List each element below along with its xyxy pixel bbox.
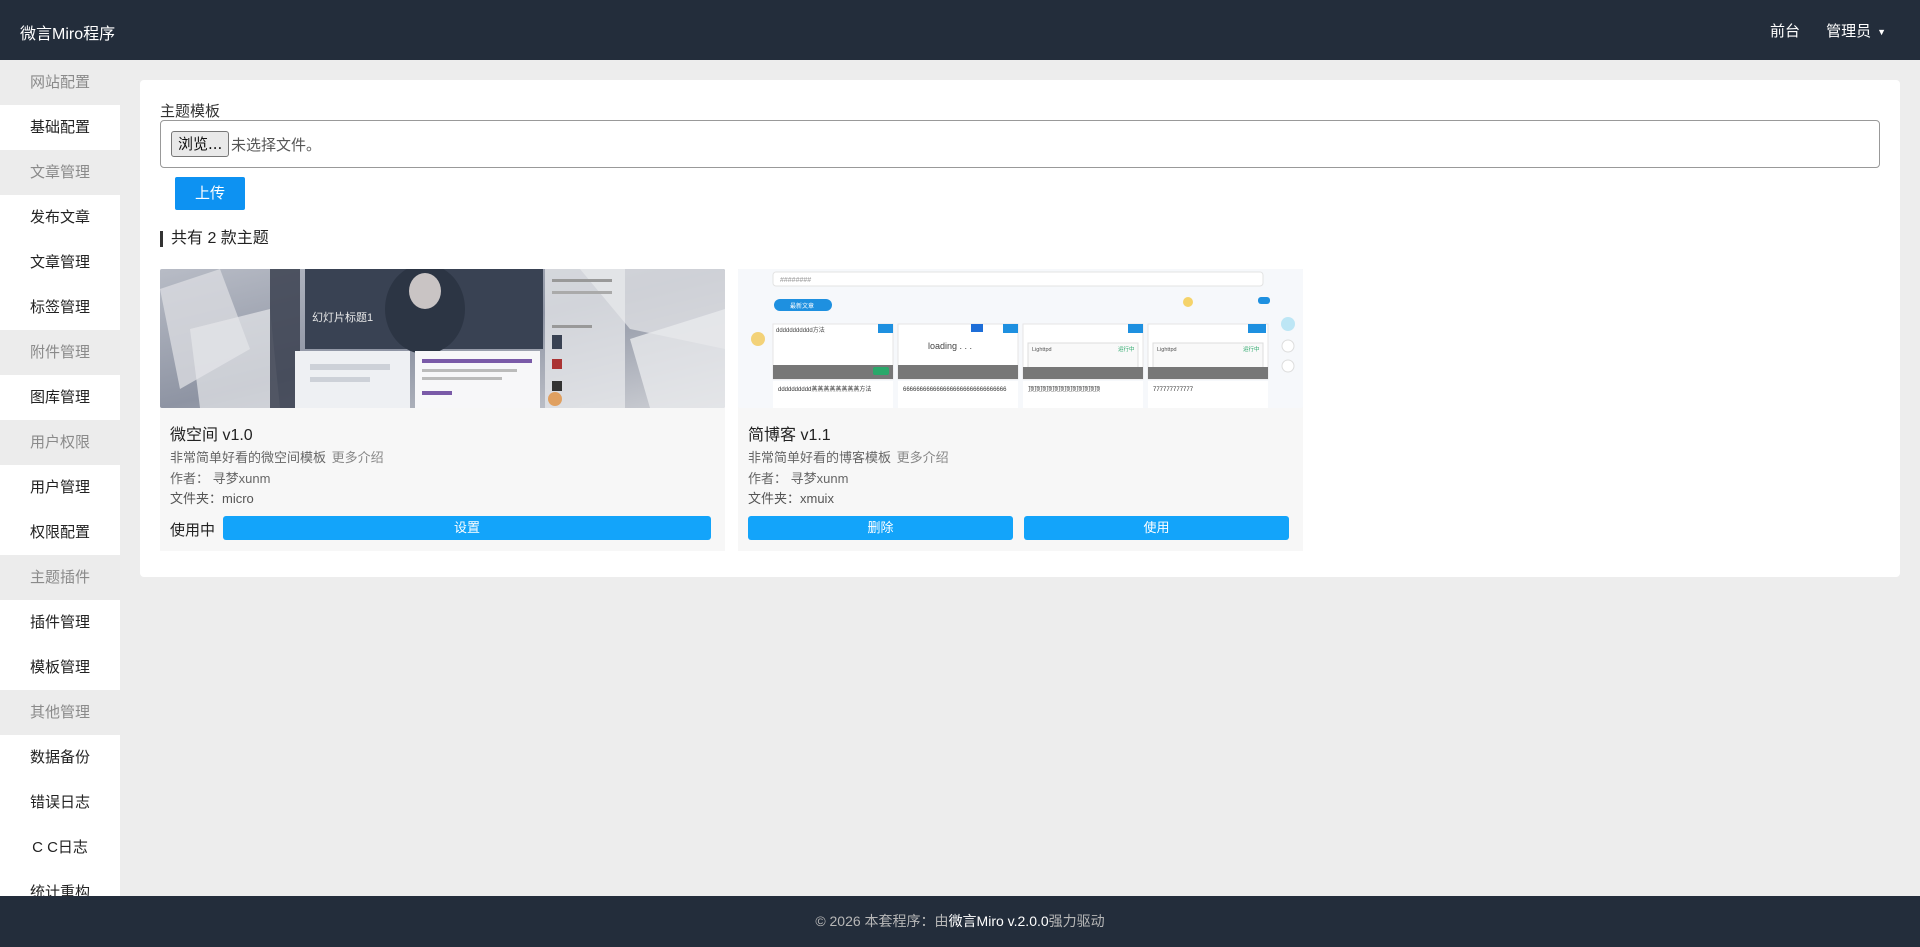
sidebar-item-templates[interactable]: 模板管理 — [0, 645, 120, 690]
sidebar-item-tag-manage[interactable]: 标签管理 — [0, 285, 120, 330]
theme-name: 简博客 v1.1 — [748, 427, 831, 444]
theme-name: 微空间 v1.0 — [170, 427, 253, 444]
sidebar: 网站配置 基础配置 文章管理 发布文章 文章管理 标签管理 附件管理 图库管理 … — [0, 60, 120, 896]
sidebar-item-cc-log[interactable]: C C日志 — [0, 825, 120, 870]
theme-desc-text: 非常简单好看的博客模板 — [748, 450, 892, 465]
theme-folder: 文件夹：micro — [170, 491, 254, 506]
theme-author: 作者： 寻梦xunm — [170, 471, 271, 486]
thumb-card3-status: 运行中 — [1118, 345, 1135, 353]
theme-in-use-label: 使用中 — [170, 522, 216, 539]
footer-suffix: 强力驱动 — [1048, 913, 1105, 929]
sidebar-item-backup[interactable]: 数据备份 — [0, 735, 120, 780]
theme-description: 非常简单好看的博客模板 更多介绍 — [748, 447, 949, 466]
theme-thumbnail-xmuix[interactable]: ######## 最新文章 ddddddddddd方法 loading . . … — [738, 269, 1303, 408]
thumb-card1-title: ddddddddddd方法 — [776, 326, 825, 334]
theme-preview-image: ######## 最新文章 ddddddddddd方法 loading . . … — [738, 269, 1303, 408]
caret-down-icon: ▼ — [1877, 27, 1886, 38]
sidebar-group-site-config: 网站配置 — [0, 60, 120, 105]
theme-card-xmuix: ######## 最新文章 ddddddddddd方法 loading . . … — [738, 269, 1303, 551]
sidebar-item-stats-rebuild[interactable]: 统计重构 — [0, 870, 120, 896]
thumb-card3-title: Lighttpd — [1032, 347, 1052, 353]
sidebar-group-permissions: 用户权限 — [0, 420, 120, 465]
theme-delete-button[interactable]: 删除 — [748, 516, 1013, 540]
more-info-link[interactable]: 更多介绍 — [332, 450, 384, 465]
more-info-link[interactable]: 更多介绍 — [897, 450, 949, 465]
thumb-search-text: ######## — [780, 277, 811, 284]
theme-folder: 文件夹：xmuix — [748, 491, 834, 506]
thumb-row2-text: 6666666666666666666666666666666 — [903, 387, 1007, 393]
thumb-latest-button: 最新文章 — [790, 302, 814, 310]
sidebar-item-article-manage[interactable]: 文章管理 — [0, 240, 120, 285]
theme-preview-image: 幻灯片标题1 — [160, 269, 725, 408]
thumb-card4-status: 运行中 — [1243, 345, 1260, 353]
front-link[interactable]: 前台 — [1770, 20, 1800, 41]
top-navbar: 微言Miro程序 前台 管理员 ▼ — [0, 0, 1920, 60]
thumb-slide-caption: 幻灯片标题1 — [312, 310, 373, 324]
footer-prefix: © 2026 本套程序：由 — [815, 913, 949, 929]
upload-button[interactable]: 上传 — [175, 177, 245, 210]
sidebar-group-articles: 文章管理 — [0, 150, 120, 195]
sidebar-group-other: 其他管理 — [0, 690, 120, 735]
sidebar-item-permission-config[interactable]: 权限配置 — [0, 510, 120, 555]
file-status: 未选择文件。 — [231, 137, 322, 154]
theme-author: 作者： 寻梦xunm — [748, 471, 849, 486]
upload-label: 主题模板 — [160, 103, 221, 120]
footer-product[interactable]: 微言Miro v.2.0.0 — [949, 913, 1049, 929]
thumb-row3-text: 顶顶顶顶顶顶顶顶顶顶顶顶 — [1028, 386, 1100, 393]
theme-desc-text: 非常简单好看的微空间模板 — [170, 450, 327, 465]
thumb-loading-text: loading . . . — [928, 341, 972, 351]
theme-panel: 主题模板 浏览... 未选择文件。 上传 共有 2 款主题 幻灯片标题1 微空间… — [140, 80, 1900, 577]
footer: © 2026 本套程序：由微言Miro v.2.0.0强力驱动 — [0, 896, 1920, 947]
theme-card-micro: 幻灯片标题1 微空间 v1.0 非常简单好看的微空间模板 更多介绍 作者： 寻梦… — [160, 269, 725, 551]
browse-button[interactable]: 浏览... — [171, 131, 230, 157]
sidebar-item-publish-article[interactable]: 发布文章 — [0, 195, 120, 240]
theme-description: 非常简单好看的微空间模板 更多介绍 — [170, 447, 384, 466]
thumb-row1-text: dddddddddd蒸蒸蒸蒸蒸蒸蒸蒸方法 — [778, 385, 871, 393]
header-right-nav: 前台 管理员 ▼ — [1770, 20, 1886, 41]
sidebar-item-basic-config[interactable]: 基础配置 — [0, 105, 120, 150]
sidebar-group-attachments: 附件管理 — [0, 330, 120, 375]
admin-dropdown[interactable]: 管理员 ▼ — [1826, 20, 1886, 41]
sidebar-item-users[interactable]: 用户管理 — [0, 465, 120, 510]
sidebar-item-plugins[interactable]: 插件管理 — [0, 600, 120, 645]
thumb-card4-title: Lighttpd — [1157, 347, 1177, 353]
file-input[interactable]: 浏览... 未选择文件。 — [160, 120, 1880, 168]
theme-thumbnail-micro[interactable]: 幻灯片标题1 — [160, 269, 725, 408]
theme-settings-button[interactable]: 设置 — [223, 516, 711, 540]
brand-title[interactable]: 微言Miro程序 — [20, 20, 115, 44]
theme-use-button[interactable]: 使用 — [1024, 516, 1289, 540]
thumb-row4-text: 777777777777 — [1153, 387, 1194, 393]
sidebar-group-themes-plugins: 主题插件 — [0, 555, 120, 600]
theme-count-title: 共有 2 款主题 — [160, 231, 269, 247]
admin-dropdown-label: 管理员 — [1826, 23, 1872, 40]
sidebar-item-error-log[interactable]: 错误日志 — [0, 780, 120, 825]
sidebar-item-gallery[interactable]: 图库管理 — [0, 375, 120, 420]
